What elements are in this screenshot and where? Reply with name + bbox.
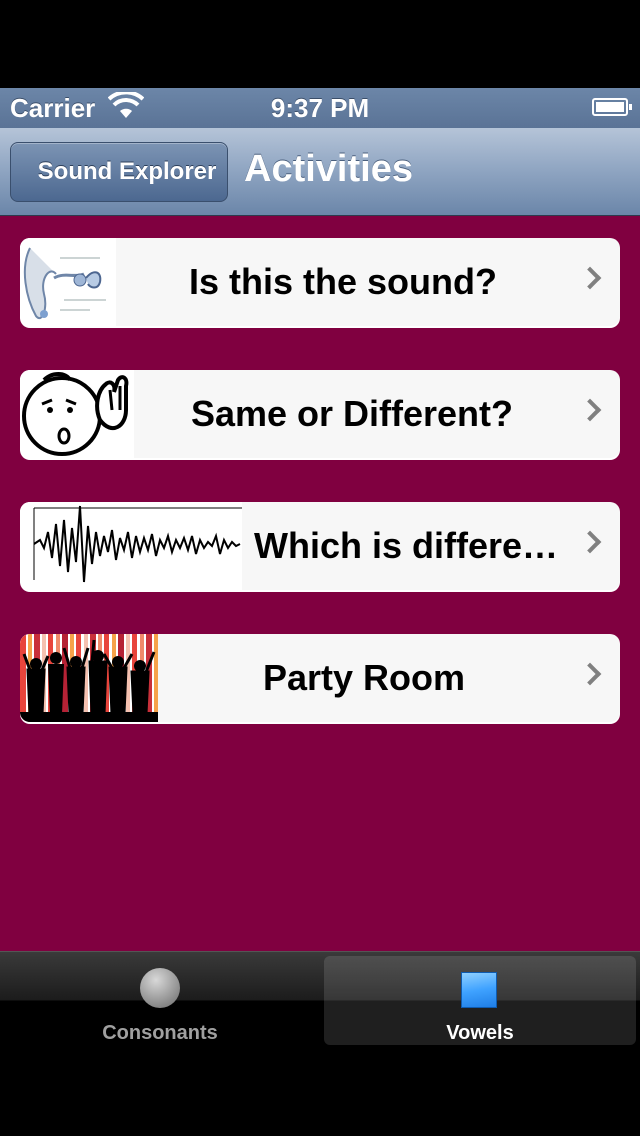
bottom-area: [0, 1048, 640, 1136]
tab-vowels[interactable]: Vowels: [324, 956, 636, 1045]
back-button[interactable]: Sound Explorer: [10, 142, 228, 202]
activity-row-which-is-different[interactable]: Which is differe…: [20, 502, 620, 590]
activity-label: Party Room: [262, 657, 466, 698]
waveform-image: [20, 502, 242, 590]
activity-label: Is this the sound?: [188, 261, 497, 302]
tab-label: Consonants: [102, 1022, 218, 1044]
activity-label: Which is differe…: [253, 525, 559, 566]
chevron-right-icon: [578, 398, 602, 422]
tab-label: Vowels: [446, 1022, 514, 1044]
chevron-right-icon: [578, 662, 602, 686]
status-bar: Carrier 9:37 PM: [0, 88, 640, 128]
activity-row-same-or-different[interactable]: Same or Different?: [20, 370, 620, 458]
tab-consonants[interactable]: Consonants: [0, 952, 320, 1049]
tab-bar: Consonants Vowels: [0, 951, 640, 1048]
battery-icon: [592, 98, 632, 116]
chevron-right-icon: [578, 530, 602, 554]
activity-row-is-this-the-sound[interactable]: Is this the sound?: [20, 238, 620, 326]
square-icon: [461, 972, 497, 1008]
page-title: Activities: [244, 148, 413, 190]
circle-icon: [140, 968, 180, 1008]
party-silhouettes-image: [20, 634, 158, 722]
activity-label: Same or Different?: [190, 393, 514, 434]
ear-anatomy-image: [20, 238, 116, 326]
listening-face-image: [20, 370, 134, 458]
activity-row-party-room[interactable]: Party Room: [20, 634, 620, 722]
chevron-right-icon: [578, 266, 602, 290]
navigation-bar: Sound Explorer Activities: [0, 128, 640, 216]
clock: 9:37 PM: [270, 93, 370, 123]
activities-list: Is this the sound? Same or Different? Wh…: [0, 216, 640, 951]
